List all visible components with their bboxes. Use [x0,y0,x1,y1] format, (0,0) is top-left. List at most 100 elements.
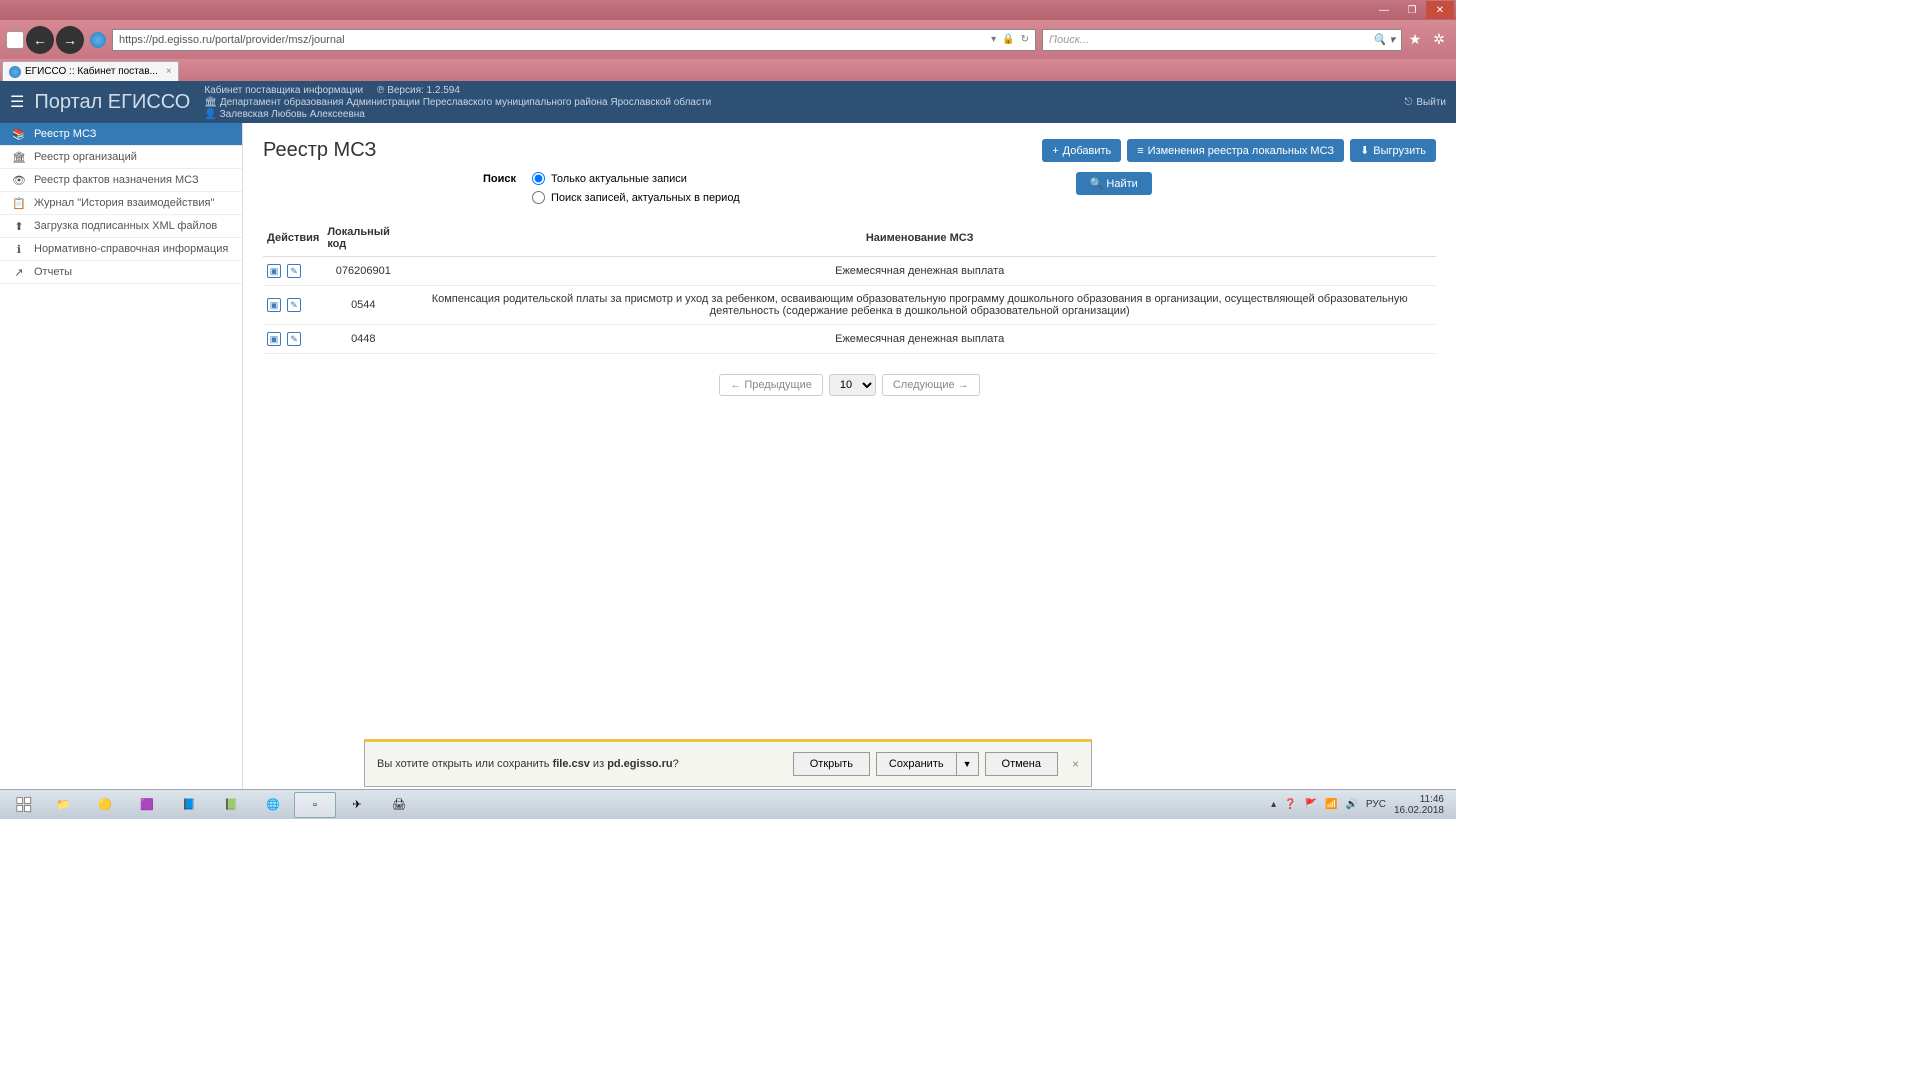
start-button[interactable] [4,792,42,818]
download-notification: Вы хотите открыть или сохранить file.csv… [364,739,1092,787]
minimize-button[interactable]: — [1370,1,1398,19]
sidebar-label: Отчеты [34,266,72,278]
task-current[interactable]: ▫ [294,792,336,818]
sidebar: 📚 Реестр МСЗ 🏛Реестр организаций👁Реестр фа… [0,123,243,789]
action-buttons: +Добавить ≡Изменения реестра локальных М… [1042,139,1436,162]
add-button[interactable]: +Добавить [1042,139,1121,162]
prev-button[interactable]: ← Предыдущие [719,374,823,396]
tray-flag-icon[interactable]: 🚩 [1305,799,1317,810]
browser-tab[interactable]: ЕГИССО :: Кабинет постав... × [2,61,179,81]
settings-icon[interactable]: ✲ [1428,29,1450,51]
page-size-select[interactable]: 10 [829,374,876,396]
list-icon: ≡ [1137,145,1143,157]
col-name: Наименование МСЗ [403,220,1436,257]
logout-label: Выйти [1416,97,1446,108]
search-icon[interactable]: 🔍 ▾ [1373,33,1395,46]
search-placeholder: Поиск... [1049,34,1089,46]
edit-icon[interactable]: ✎ [287,298,301,312]
row-name: Компенсация родительской платы за присмо… [403,286,1436,325]
save-dropdown[interactable]: ▼ [956,752,979,776]
radio-current[interactable]: Только актуальные записи [532,172,740,185]
sidebar-item-0[interactable]: 📚 Реестр МСЗ [0,123,242,146]
browser-tabs: ЕГИССО :: Кабинет постав... × [0,59,1456,81]
tab-favicon [9,66,21,78]
tray-network-icon[interactable]: 📶 [1325,799,1337,810]
download-buttons: Открыть Сохранить ▼ Отмена × [793,752,1079,776]
table-row: ▣✎0448Ежемесячная денежная выплата [263,325,1436,354]
sidebar-icon: 👁 [12,174,26,187]
task-word[interactable]: 📘 [168,792,210,818]
task-chrome[interactable]: 🟡 [84,792,126,818]
search-radio-group: Только актуальные записи Поиск записей, … [532,172,740,204]
taskbar: 📁 🟡 🟪 📘 📗 🌐 ▫ ✈ 🖨 ▴ ❓ 🚩 📶 🔊 РУС 11:46 16… [0,789,1456,819]
find-button[interactable]: 🔍 Найти [1076,172,1152,195]
header-info: Кабинет поставщика информации ℗ Версия: … [204,85,711,120]
row-name: Ежемесячная денежная выплата [403,257,1436,286]
view-icon[interactable]: ▣ [267,332,281,346]
task-excel[interactable]: 📗 [210,792,252,818]
forward-button[interactable]: → [56,26,84,54]
radio-period[interactable]: Поиск записей, актуальных в период [532,191,740,204]
department-label: Департамент образования Администрации Пе… [220,97,711,108]
col-actions: Действия [263,220,323,257]
tray-lang[interactable]: РУС [1366,799,1386,810]
next-button[interactable]: Следующие → [882,374,980,396]
row-name: Ежемесячная денежная выплата [403,325,1436,354]
view-icon[interactable]: ▣ [267,264,281,278]
sidebar-icon: 📚 [12,128,26,141]
maximize-button[interactable]: ❐ [1398,1,1426,19]
plus-icon: + [1052,145,1058,157]
search-label: Поиск [483,172,516,185]
sidebar-label: Реестр МСЗ [34,128,96,140]
task-app2[interactable]: 🖨 [378,792,420,818]
lock-icon: 🔒 [1002,34,1014,45]
save-file-button[interactable]: Сохранить [876,752,956,776]
refresh-icon[interactable]: ↻ [1021,34,1029,45]
task-ie[interactable]: 🌐 [252,792,294,818]
browser-search[interactable]: Поиск... 🔍 ▾ [1042,29,1402,51]
sidebar-label: Нормативно-справочная информация [34,243,228,255]
sidebar-label: Журнал "История взаимодействия" [34,197,214,209]
sidebar-item-1[interactable]: 🏛Реестр организаций [0,146,242,169]
table-row: ▣✎0544Компенсация родительской платы за … [263,286,1436,325]
dropdown-icon[interactable]: ▾ [991,34,996,45]
sidebar-item-6[interactable]: ↗Отчеты [0,261,242,284]
sidebar-item-2[interactable]: 👁Реестр фактов назначения МСЗ [0,169,242,192]
cancel-download-button[interactable]: Отмена [985,752,1058,776]
logout-button[interactable]: ⎋ Выйти [1404,97,1446,108]
task-app1[interactable]: 🟪 [126,792,168,818]
menu-toggle[interactable]: ☰ [10,92,24,112]
back-button[interactable]: ← [26,26,54,54]
sidebar-item-3[interactable]: 📋Журнал "История взаимодействия" [0,192,242,215]
tray-arrow-icon[interactable]: ▴ [1271,799,1276,810]
edit-icon[interactable]: ✎ [287,332,301,346]
favorites-icon[interactable]: ★ [1404,29,1426,51]
content: Реестр МСЗ +Добавить ≡Изменения реестра … [243,123,1456,789]
sidebar-icon: ⬆ [12,220,26,233]
task-telegram[interactable]: ✈ [336,792,378,818]
tab-title: ЕГИССО :: Кабинет постав... [25,66,158,77]
view-icon[interactable]: ▣ [267,298,281,312]
sidebar-item-5[interactable]: ℹ Нормативно-справочная информация [0,238,242,261]
changes-button[interactable]: ≡Изменения реестра локальных МСЗ [1127,139,1344,162]
close-notification-icon[interactable]: × [1072,757,1079,771]
stop-button[interactable]: ✖ [6,31,24,49]
tray-help-icon[interactable]: ❓ [1284,799,1296,810]
tray-clock[interactable]: 11:46 16.02.2018 [1394,794,1444,816]
user-label: Залевская Любовь Алексеевна [220,109,365,120]
tab-close-icon[interactable]: × [166,66,172,77]
tray-sound-icon[interactable]: 🔊 [1345,799,1357,810]
task-explorer[interactable]: 📁 [42,792,84,818]
address-bar[interactable]: https://pd.egisso.ru/portal/provider/msz… [112,29,1036,51]
close-button[interactable]: ✕ [1426,1,1454,19]
sidebar-item-4[interactable]: ⬆Загрузка подписанных XML файлов [0,215,242,238]
open-file-button[interactable]: Открыть [793,752,870,776]
url-text: https://pd.egisso.ru/portal/provider/msz… [119,34,345,46]
version-label: Версия: 1.2.594 [387,85,460,96]
export-button[interactable]: ⬇Выгрузить [1350,139,1436,162]
row-code: 076206901 [323,257,403,286]
msz-table: Действия Локальный код Наименование МСЗ … [263,220,1436,354]
url-icons: ▾ 🔒 ↻ [991,34,1029,45]
sidebar-icon: ℹ [12,243,26,256]
edit-icon[interactable]: ✎ [287,264,301,278]
